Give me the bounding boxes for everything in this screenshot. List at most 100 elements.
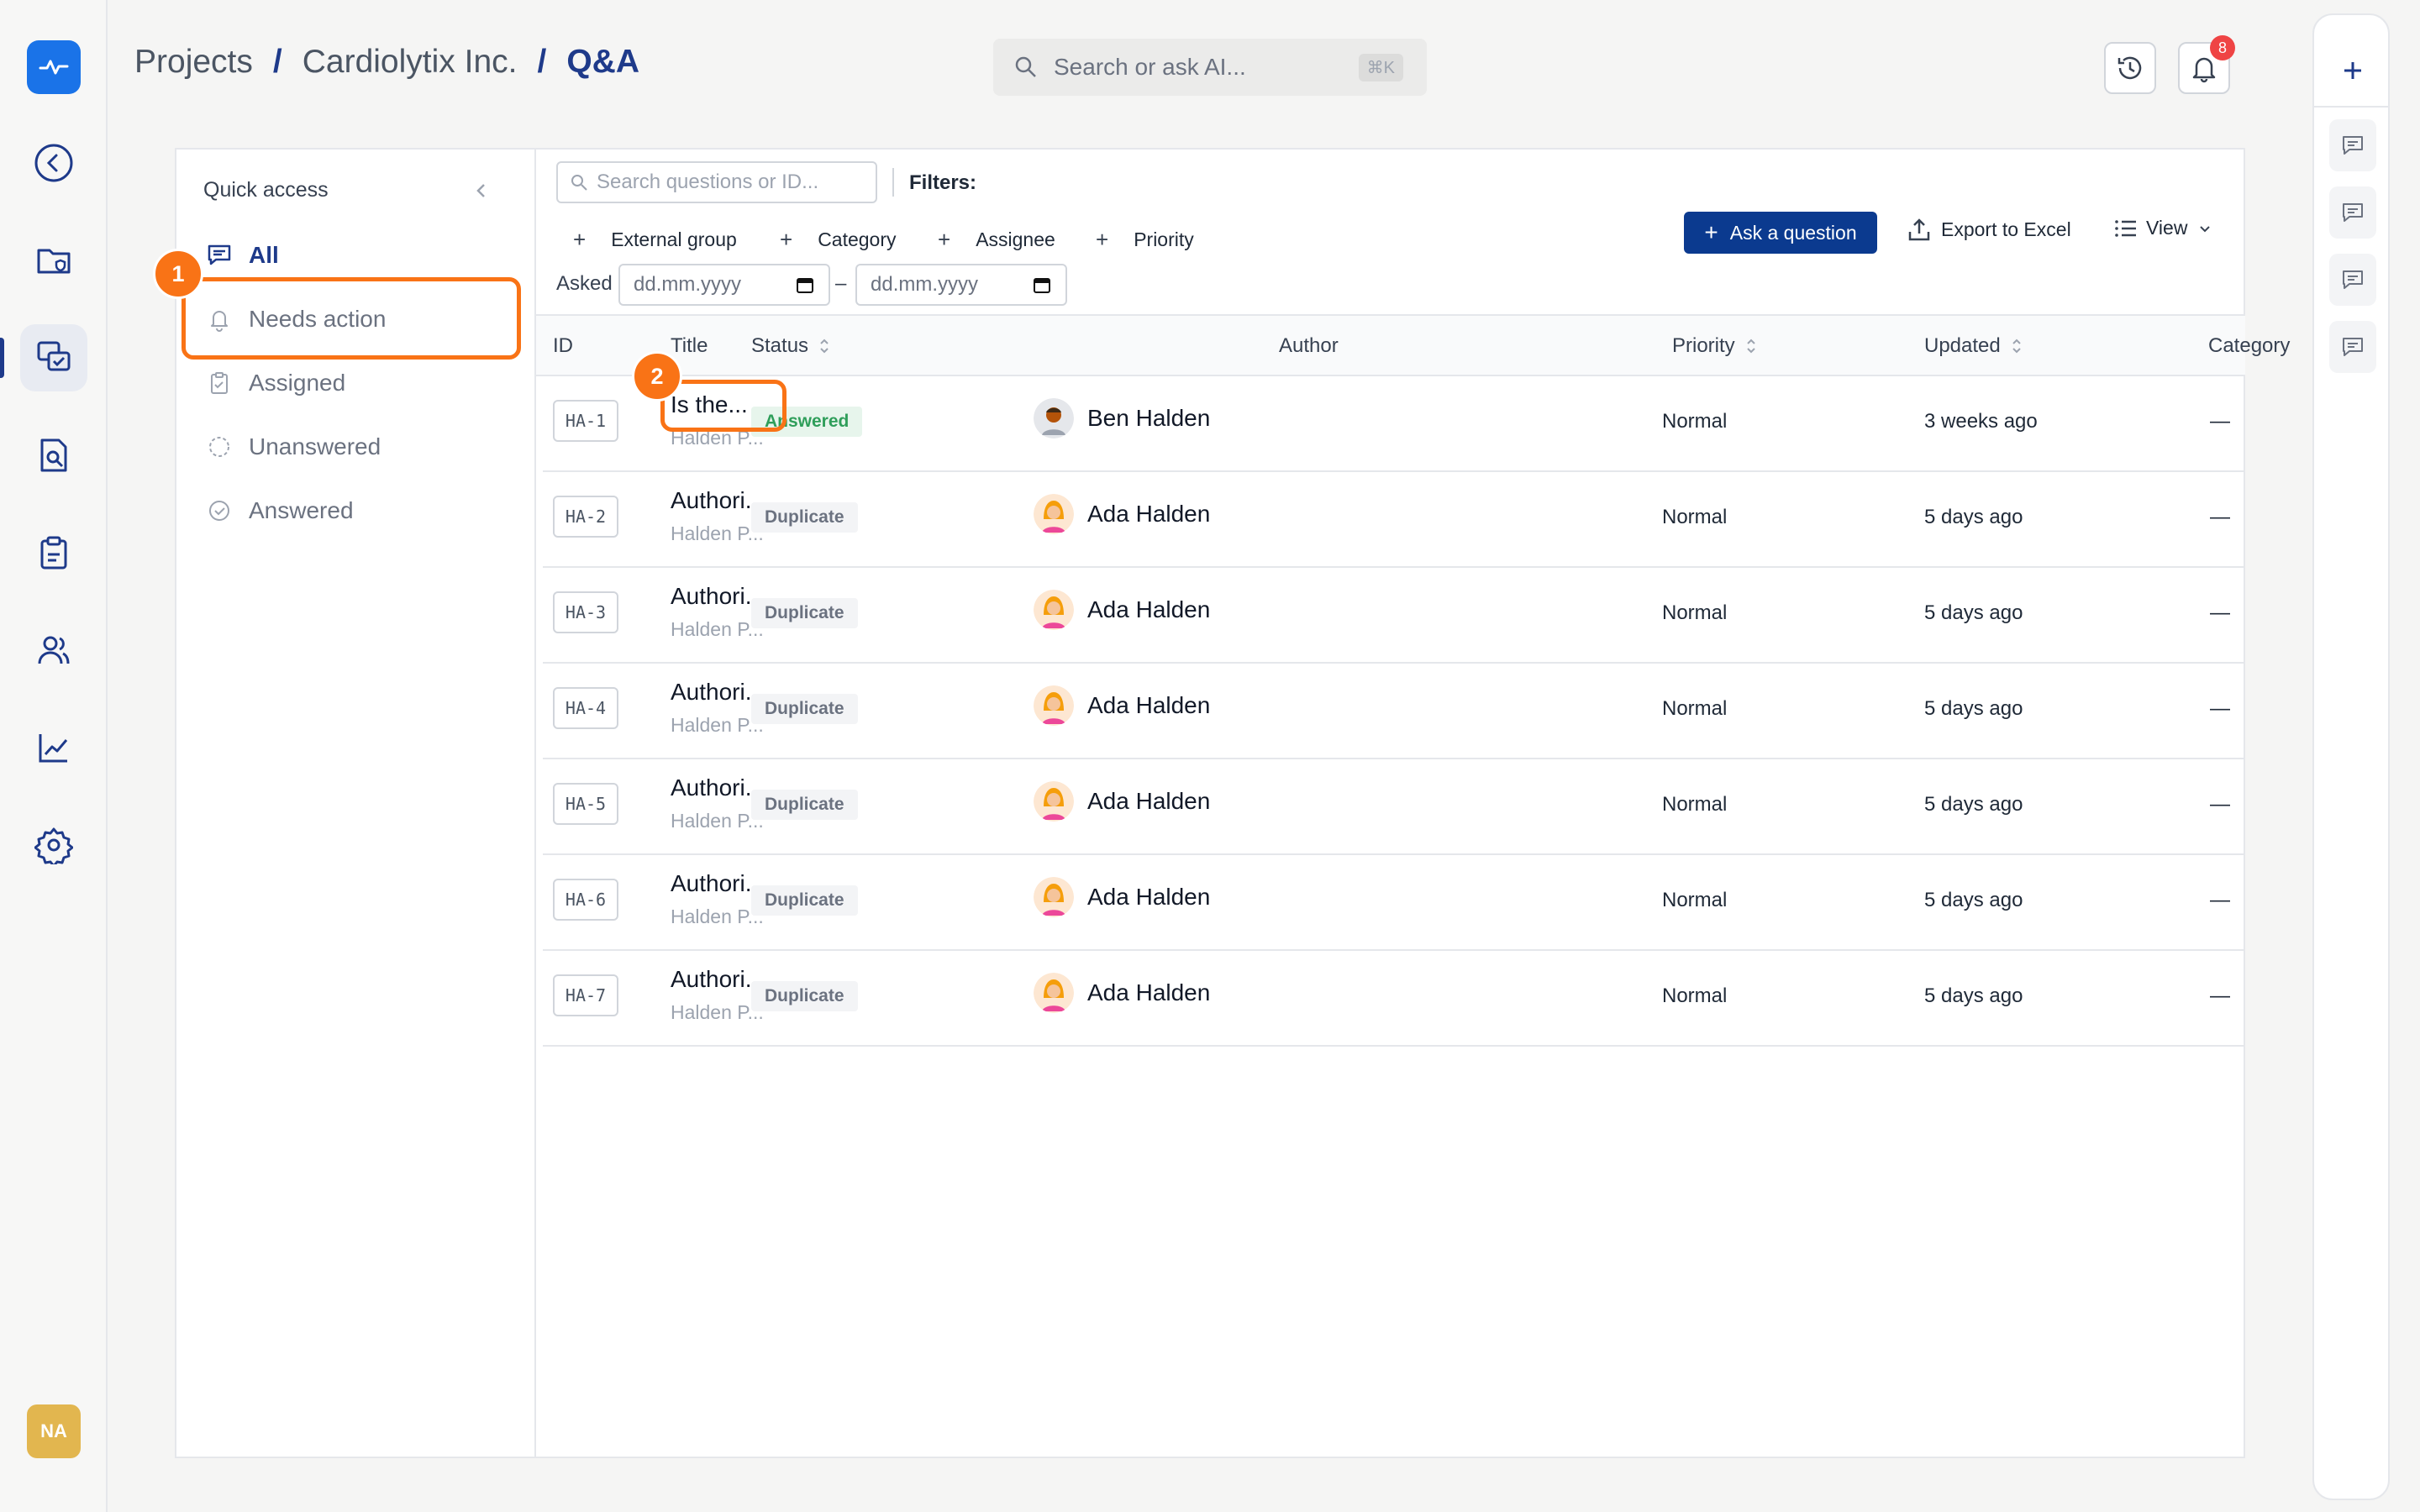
view-menu-button[interactable]: View xyxy=(2114,217,2212,239)
question-id-badge[interactable]: HA-5 xyxy=(553,783,618,825)
left-rail: NA xyxy=(0,0,108,1512)
users-icon[interactable] xyxy=(20,617,87,684)
question-id-badge[interactable]: HA-6 xyxy=(553,879,618,921)
global-search-input[interactable]: Search or ask AI... ⌘K xyxy=(993,39,1427,96)
list-icon xyxy=(2114,218,2138,239)
history-button[interactable] xyxy=(2104,42,2156,94)
column-header-category[interactable]: Category xyxy=(2208,334,2290,358)
settings-gear-icon[interactable] xyxy=(20,811,87,879)
column-header-title[interactable]: Title xyxy=(671,334,708,358)
filter-external-group[interactable]: + External group xyxy=(573,227,737,253)
column-header-priority[interactable]: Priority xyxy=(1672,334,1757,358)
avatar xyxy=(1034,877,1074,917)
breadcrumb-separator: / xyxy=(272,44,282,80)
date-to-input[interactable]: dd.mm.yyyy xyxy=(855,264,1067,306)
column-header-updated[interactable]: Updated xyxy=(1924,334,2023,358)
breadcrumb-separator: / xyxy=(537,44,547,80)
updated-cell: 3 weeks ago xyxy=(1924,410,2038,433)
question-id-badge[interactable]: HA-1 xyxy=(553,400,618,442)
question-id: HA-5 xyxy=(565,794,607,814)
quick-access-answered[interactable]: Answered xyxy=(207,486,354,536)
table-row[interactable]: HA-5 Authori... Halden P... Duplicate Ad… xyxy=(543,758,2245,855)
plus-icon: + xyxy=(573,227,587,252)
filter-category[interactable]: + Category xyxy=(780,227,897,253)
qa-nav-icon[interactable] xyxy=(20,324,87,391)
question-subtitle: Halden P... xyxy=(671,906,764,927)
chevron-down-icon xyxy=(2197,221,2212,236)
header-label: Author xyxy=(1279,334,1339,357)
column-header-status[interactable]: Status xyxy=(751,334,830,358)
collapse-chevron-icon[interactable] xyxy=(471,180,492,202)
sort-icon[interactable] xyxy=(818,337,830,355)
question-id-badge[interactable]: HA-3 xyxy=(553,591,618,633)
question-id-badge[interactable]: HA-7 xyxy=(553,974,618,1016)
filter-label: External group xyxy=(611,228,737,250)
filter-assignee[interactable]: + Assignee xyxy=(938,227,1055,253)
table-row[interactable]: HA-1 Is the... Halden P... Answered Ben … xyxy=(543,375,2245,472)
updated-cell: 5 days ago xyxy=(1924,601,2023,624)
question-id: HA-1 xyxy=(565,411,607,431)
column-header-author[interactable]: Author xyxy=(1279,334,1339,358)
highlight-box-needs-action xyxy=(182,277,521,360)
quick-access-assigned[interactable]: Assigned xyxy=(207,358,345,408)
divider xyxy=(2314,106,2388,108)
author-cell: Ada Halden xyxy=(1034,685,1210,726)
sort-icon[interactable] xyxy=(2011,337,2023,355)
comment-icon[interactable] xyxy=(2329,321,2376,373)
question-id: HA-3 xyxy=(565,602,607,622)
table-row[interactable]: HA-3 Authori... Halden P... Duplicate Ad… xyxy=(543,566,2245,664)
calendar-icon[interactable] xyxy=(1032,275,1052,295)
table-row[interactable]: HA-7 Authori... Halden P... Duplicate Ad… xyxy=(543,949,2245,1047)
callout-badge-2: 2 xyxy=(632,351,682,402)
filter-priority[interactable]: + Priority xyxy=(1096,227,1194,253)
avatar xyxy=(1034,398,1074,438)
breadcrumb-projects[interactable]: Projects xyxy=(134,44,253,81)
category-cell: — xyxy=(2210,984,2230,1007)
folder-shield-icon[interactable] xyxy=(20,227,87,294)
question-subtitle: Halden P... xyxy=(671,522,764,544)
date-from-input[interactable]: dd.mm.yyyy xyxy=(618,264,830,306)
question-search-input[interactable]: Search questions or ID... xyxy=(556,161,877,203)
analytics-chart-icon[interactable] xyxy=(20,714,87,781)
header-label: Priority xyxy=(1672,334,1735,357)
author-cell: Ada Halden xyxy=(1034,781,1210,822)
comment-icon[interactable] xyxy=(2329,119,2376,171)
status-badge: Duplicate xyxy=(751,981,858,1011)
column-header-id[interactable]: ID xyxy=(553,334,573,358)
status-badge: Duplicate xyxy=(751,694,858,724)
sort-icon[interactable] xyxy=(1745,337,1757,355)
question-id-badge[interactable]: HA-4 xyxy=(553,687,618,729)
updated-cell: 5 days ago xyxy=(1924,984,2023,1007)
quick-access-unanswered[interactable]: Unanswered xyxy=(207,422,381,472)
question-id-badge[interactable]: HA-2 xyxy=(553,496,618,538)
app-logo-icon[interactable] xyxy=(27,40,81,94)
user-avatar[interactable]: NA xyxy=(27,1404,81,1458)
quick-access-all[interactable]: All xyxy=(207,230,279,281)
priority-cell: Normal xyxy=(1662,697,1728,720)
question-id: HA-6 xyxy=(565,890,607,910)
ask-question-button[interactable]: + Ask a question xyxy=(1684,212,1877,254)
filter-label: Category xyxy=(818,228,897,250)
quick-access-label: All xyxy=(249,242,279,268)
table-row[interactable]: HA-4 Authori... Halden P... Duplicate Ad… xyxy=(543,662,2245,759)
status-badge: Duplicate xyxy=(751,598,858,628)
comment-icon[interactable] xyxy=(2329,186,2376,239)
notification-badge: 8 xyxy=(2210,35,2235,60)
comment-icon[interactable] xyxy=(2329,254,2376,306)
plus-icon: + xyxy=(780,227,793,252)
document-search-icon[interactable] xyxy=(20,422,87,489)
date-placeholder: dd.mm.yyyy xyxy=(634,273,742,296)
table-row[interactable]: HA-2 Authori... Halden P... Duplicate Ad… xyxy=(543,470,2245,568)
clipboard-icon[interactable] xyxy=(20,519,87,586)
question-subtitle: Halden P... xyxy=(671,618,764,640)
plus-icon[interactable] xyxy=(2339,57,2366,84)
back-circle-icon[interactable] xyxy=(20,129,87,197)
breadcrumb-company[interactable]: Cardiolytix Inc. xyxy=(302,44,518,81)
shortcut-hint: ⌘K xyxy=(1358,53,1403,81)
export-excel-button[interactable]: Export to Excel xyxy=(1907,217,2071,242)
calendar-icon[interactable] xyxy=(795,275,815,295)
filter-label: Assignee xyxy=(976,228,1055,250)
quick-access-label: Assigned xyxy=(249,370,346,396)
table-row[interactable]: HA-6 Authori... Halden P... Duplicate Ad… xyxy=(543,853,2245,951)
category-cell: — xyxy=(2210,697,2230,720)
